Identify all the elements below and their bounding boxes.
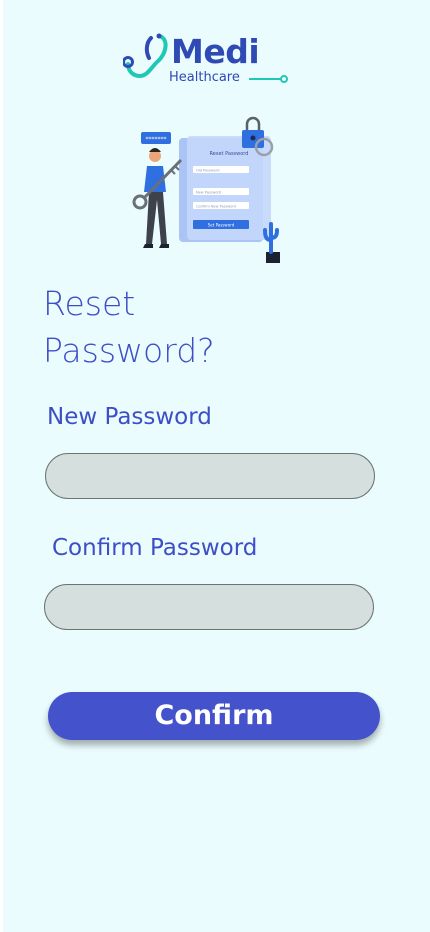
confirm-password-label: Confirm Password — [52, 535, 258, 561]
confirm-password-field-container — [44, 584, 374, 630]
svg-text:New Password: New Password — [196, 191, 221, 195]
logo-tagline: Healthcare — [169, 70, 240, 85]
logo-line-decoration — [249, 75, 288, 83]
new-password-field-container — [45, 453, 375, 499]
logo-name: Medi — [171, 32, 260, 71]
stethoscope-icon — [123, 33, 168, 79]
svg-text:Confirm New Password: Confirm New Password — [196, 205, 236, 209]
confirm-button[interactable]: Confirm — [48, 692, 380, 740]
confirm-password-input[interactable] — [45, 585, 373, 629]
page-title-line-2: Password? — [43, 331, 215, 370]
page-title: Reset Password? — [43, 280, 215, 374]
svg-text:*******: ******* — [146, 136, 167, 143]
svg-text:Reset Password: Reset Password — [210, 151, 249, 157]
medi-logo: Medi Healthcare — [123, 32, 293, 88]
svg-text:Old Password: Old Password — [196, 169, 219, 173]
reset-password-screen: Medi Healthcare Reset Password Old Passw… — [3, 0, 430, 932]
new-password-input[interactable] — [46, 454, 374, 498]
new-password-label: New Password — [47, 404, 212, 430]
reset-password-illustration: Reset Password Old Password New Password… — [131, 116, 287, 266]
svg-text:Set Password: Set Password — [208, 223, 235, 228]
page-title-line-1: Reset — [43, 284, 136, 323]
